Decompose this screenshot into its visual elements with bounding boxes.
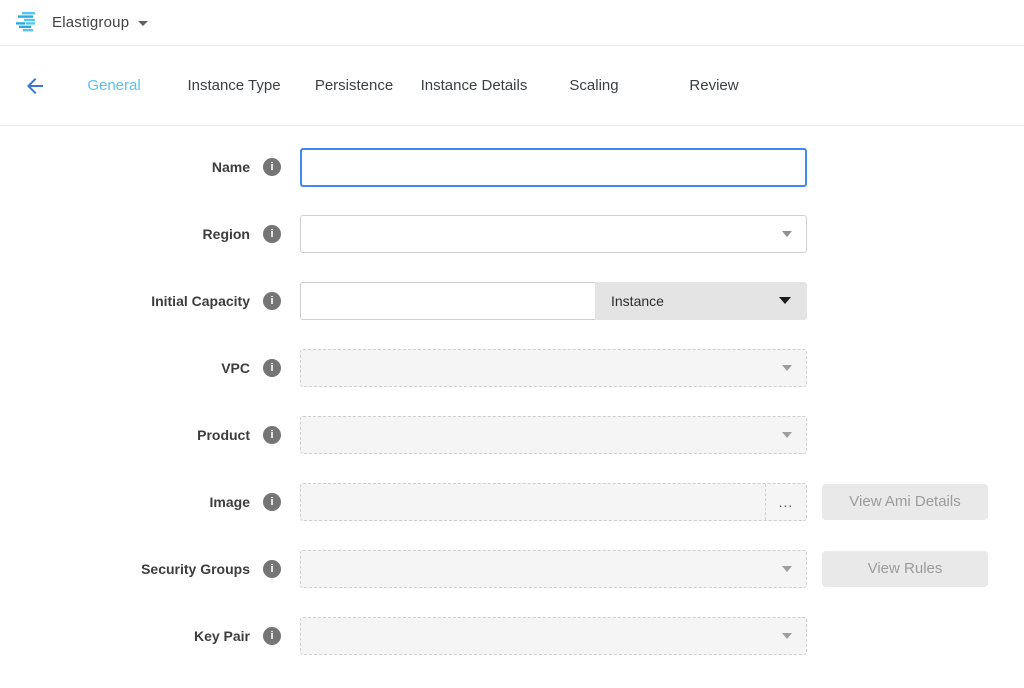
info-icon[interactable]: i	[263, 426, 281, 444]
region-select[interactable]	[300, 215, 807, 253]
elastigroup-logo-icon	[16, 12, 40, 34]
product-switcher-label[interactable]: Elastigroup	[52, 14, 129, 31]
security-groups-select	[300, 550, 807, 588]
wizard-tabs: General Instance Type Persistence Instan…	[54, 77, 774, 94]
vpc-row: VPC i	[0, 348, 1024, 387]
key-pair-row: Key Pair i	[0, 616, 1024, 655]
info-icon[interactable]: i	[263, 560, 281, 578]
chevron-down-icon	[779, 297, 791, 304]
initial-capacity-input[interactable]	[300, 282, 595, 320]
key-pair-label: Key Pair	[0, 628, 250, 644]
info-icon[interactable]: i	[263, 225, 281, 243]
general-settings-form: Name i Region i Initial Capacity i Insta…	[0, 126, 1024, 655]
top-bar: Elastigroup	[0, 0, 1024, 46]
info-icon[interactable]: i	[263, 627, 281, 645]
image-label: Image	[0, 494, 250, 510]
info-icon[interactable]: i	[263, 359, 281, 377]
tab-scaling[interactable]: Scaling	[534, 77, 654, 94]
chevron-down-icon	[782, 633, 792, 639]
chevron-down-icon	[782, 432, 792, 438]
tab-review[interactable]: Review	[654, 77, 774, 94]
info-icon[interactable]: i	[263, 158, 281, 176]
back-button[interactable]	[20, 71, 50, 101]
initial-capacity-row: Initial Capacity i Instance	[0, 281, 1024, 320]
tab-instance-type[interactable]: Instance Type	[174, 77, 294, 94]
chevron-down-icon	[782, 566, 792, 572]
initial-capacity-label: Initial Capacity	[0, 293, 250, 309]
info-icon[interactable]: i	[263, 493, 281, 511]
image-input-value	[301, 484, 765, 520]
view-rules-button[interactable]: View Rules	[822, 551, 988, 587]
image-browse-button[interactable]: ...	[765, 484, 806, 520]
vpc-label: VPC	[0, 360, 250, 376]
capacity-unit-select[interactable]: Instance	[595, 282, 807, 320]
tab-general[interactable]: General	[54, 77, 174, 94]
key-pair-select	[300, 617, 807, 655]
name-row: Name i	[0, 147, 1024, 186]
arrow-left-icon	[23, 74, 47, 98]
image-row: Image i ... View Ami Details	[0, 482, 1024, 521]
chevron-down-icon	[782, 365, 792, 371]
security-groups-row: Security Groups i View Rules	[0, 549, 1024, 588]
view-ami-details-button[interactable]: View Ami Details	[822, 484, 988, 520]
security-groups-label: Security Groups	[0, 561, 250, 577]
tab-instance-details[interactable]: Instance Details	[414, 77, 534, 94]
name-input[interactable]	[300, 148, 807, 187]
chevron-down-icon	[782, 231, 792, 237]
product-select	[300, 416, 807, 454]
image-input: ...	[300, 483, 807, 521]
vpc-select	[300, 349, 807, 387]
chevron-down-icon[interactable]	[138, 21, 148, 26]
product-label: Product	[0, 427, 250, 443]
capacity-unit-value: Instance	[611, 293, 779, 309]
region-row: Region i	[0, 214, 1024, 253]
wizard-tab-bar: General Instance Type Persistence Instan…	[0, 46, 1024, 126]
info-icon[interactable]: i	[263, 292, 281, 310]
tab-persistence[interactable]: Persistence	[294, 77, 414, 94]
region-label: Region	[0, 226, 250, 242]
name-label: Name	[0, 159, 250, 175]
product-row: Product i	[0, 415, 1024, 454]
